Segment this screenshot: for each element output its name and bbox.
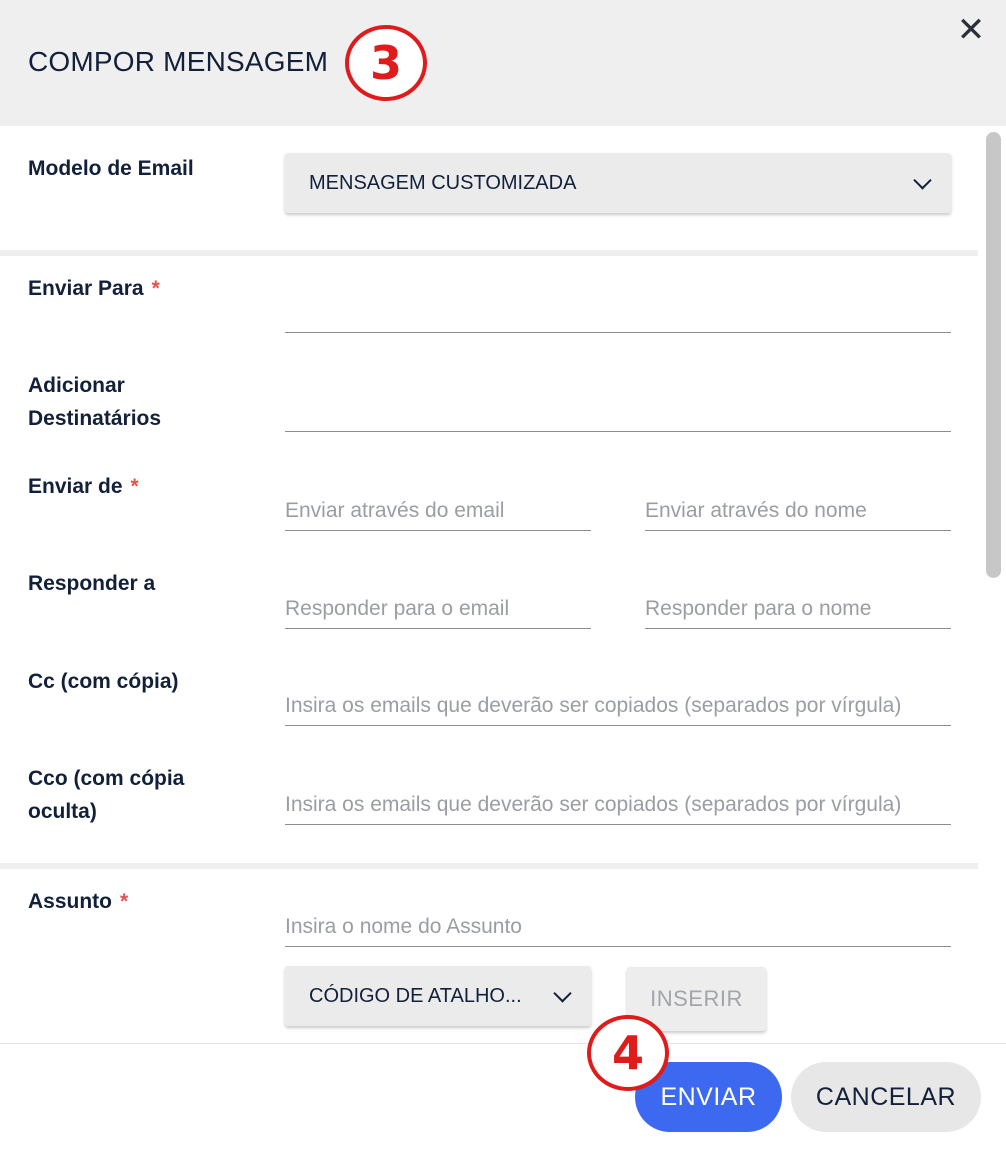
close-icon[interactable]: ✕ [955, 13, 987, 47]
template-label: Modelo de Email [28, 157, 194, 180]
bcc-field[interactable] [285, 775, 951, 825]
reply-to-name-input[interactable] [645, 579, 951, 628]
send-from-name-field[interactable] [645, 481, 951, 531]
chevron-down-icon [913, 171, 932, 190]
step-annotation-badge: 3 [345, 25, 427, 101]
cc-field[interactable] [285, 676, 951, 726]
send-to-label-text: Enviar Para [28, 277, 144, 300]
bcc-label: Cco (com cópia oculta) [28, 762, 184, 828]
section-divider [0, 250, 978, 256]
bcc-input[interactable] [285, 775, 951, 824]
bcc-label-line2: oculta) [28, 800, 97, 823]
template-select-value: MENSAGEM CUSTOMIZADA [309, 171, 577, 194]
shortcut-code-select[interactable]: CÓDIGO DE ATALHO... [285, 966, 591, 1026]
reply-to-email-input[interactable] [285, 579, 591, 628]
send-to-input[interactable] [285, 283, 951, 332]
reply-to-label: Responder a [28, 572, 156, 595]
reply-to-email-field[interactable] [285, 579, 591, 629]
reply-to-name-field[interactable] [645, 579, 951, 629]
send-from-label: Enviar de * [28, 470, 139, 503]
send-from-label-text: Enviar de [28, 475, 123, 498]
add-recipients-field[interactable] [285, 382, 951, 432]
add-recipients-label-line1: Adicionar [28, 374, 125, 397]
send-to-label: Enviar Para * [28, 272, 160, 305]
required-asterisk: * [120, 890, 129, 913]
dialog-header: COMPOR MENSAGEM 3 ✕ [0, 0, 1006, 126]
add-recipients-label: Adicionar Destinatários [28, 369, 161, 435]
template-select[interactable]: MENSAGEM CUSTOMIZADA [285, 153, 951, 213]
send-from-email-input[interactable] [285, 481, 591, 530]
dialog-title: COMPOR MENSAGEM [28, 46, 329, 77]
step-annotation-badge: 4 [587, 1015, 669, 1091]
shortcut-code-value: CÓDIGO DE ATALHO... [309, 984, 522, 1007]
subject-field[interactable] [285, 897, 951, 947]
send-from-email-field[interactable] [285, 481, 591, 531]
send-from-name-input[interactable] [645, 481, 951, 530]
dialog-body: Modelo de Email MENSAGEM CUSTOMIZADA Env… [0, 126, 978, 1043]
add-recipients-input[interactable] [285, 382, 951, 431]
send-to-field[interactable] [285, 283, 951, 333]
subject-label-text: Assunto [28, 890, 112, 913]
chevron-down-icon [553, 984, 572, 1003]
subject-input[interactable] [285, 897, 951, 946]
cc-label: Cc (com cópia) [28, 670, 179, 693]
scrollbar-thumb[interactable] [986, 132, 1001, 578]
bcc-label-line1: Cco (com cópia [28, 767, 185, 790]
required-asterisk: * [130, 475, 139, 498]
add-recipients-label-line2: Destinatários [28, 407, 162, 430]
subject-label: Assunto * [28, 885, 128, 918]
cc-input[interactable] [285, 676, 951, 725]
required-asterisk: * [151, 277, 160, 300]
section-divider [0, 863, 978, 869]
cancel-button[interactable]: CANCELAR [791, 1062, 981, 1132]
